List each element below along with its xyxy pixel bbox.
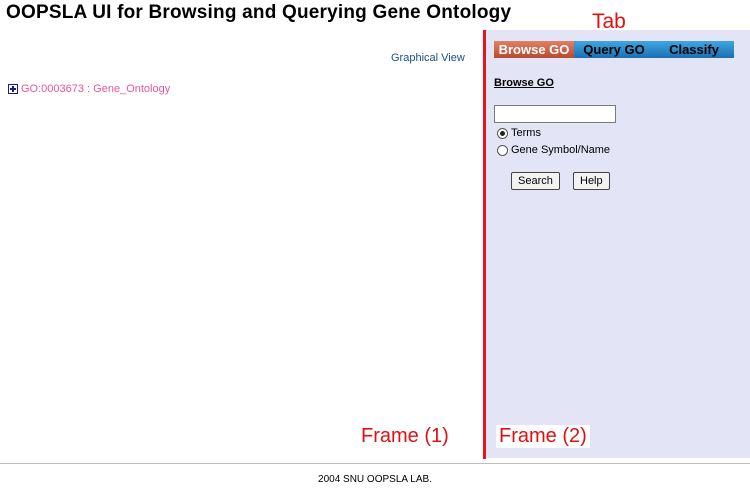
frame2-annotation-label: Frame (2): [496, 425, 590, 448]
search-input[interactable]: [494, 105, 616, 123]
footer-divider: [0, 463, 750, 464]
radio-gene-symbol[interactable]: Gene Symbol/Name: [497, 144, 610, 156]
radio-terms[interactable]: Terms: [497, 127, 541, 139]
section-title: Browse GO: [494, 77, 554, 89]
tab-bar: Browse GO Query GO Classify: [494, 41, 734, 58]
expand-plus-icon[interactable]: [8, 84, 18, 94]
left-frame: Graphical View GO:0003673 : Gene_Ontolog…: [0, 30, 484, 460]
help-button[interactable]: Help: [573, 172, 610, 190]
tab-query-go[interactable]: Query GO: [574, 41, 654, 58]
tree-node-label[interactable]: GO:0003673 : Gene_Ontology: [21, 83, 170, 95]
graphical-view-link[interactable]: Graphical View: [391, 52, 465, 64]
tab-classify[interactable]: Classify: [654, 41, 734, 58]
tab-browse-go[interactable]: Browse GO: [494, 41, 574, 58]
page-title: OOPSLA UI for Browsing and Querying Gene…: [6, 2, 512, 23]
radio-terms-button[interactable]: [497, 127, 508, 139]
footer-text: 2004 SNU OOPSLA LAB.: [318, 474, 432, 485]
radio-gene-symbol-button[interactable]: [497, 144, 508, 156]
tree-node-root: GO:0003673 : Gene_Ontology: [8, 83, 170, 95]
radio-gene-symbol-label: Gene Symbol/Name: [511, 144, 611, 156]
radio-terms-label: Terms: [511, 127, 541, 139]
search-button[interactable]: Search: [511, 172, 560, 190]
right-frame: Browse GO Query GO Classify Browse GO Te…: [486, 30, 750, 458]
frame1-annotation-label: Frame (1): [358, 425, 452, 448]
